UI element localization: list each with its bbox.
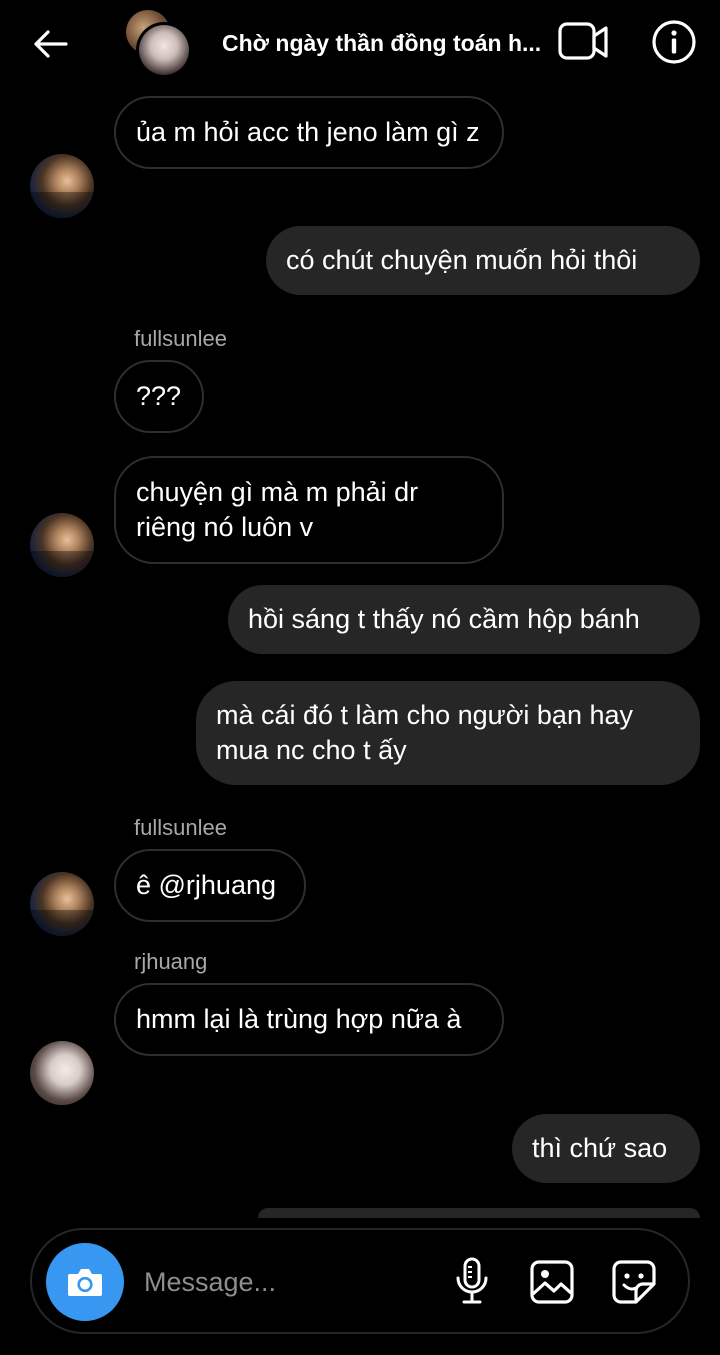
info-icon (652, 20, 696, 64)
camera-button[interactable] (46, 1243, 124, 1321)
message-text: có chút chuyện muốn hỏi thôi (286, 245, 638, 275)
message-text: thì chứ sao (532, 1133, 668, 1163)
message-text: hmm lại là trùng hợp nữa à (136, 1004, 462, 1034)
message-thread[interactable]: ủa m hỏi acc th jeno làm gì z có chút ch… (0, 88, 720, 1218)
message-bubble-outgoing[interactable]: có chút chuyện muốn hỏi thôi (266, 226, 700, 295)
gallery-icon (530, 1260, 574, 1304)
avatar[interactable] (30, 154, 94, 218)
avatar[interactable] (30, 872, 94, 936)
message-bubble-incoming[interactable]: chuyện gì mà m phải dr riêng nó luôn v (114, 456, 504, 564)
gallery-button[interactable] (528, 1258, 576, 1306)
message-bubble-outgoing[interactable]: mà cái đó t làm cho người bạn hay mua nc… (196, 681, 700, 785)
message-composer (30, 1228, 690, 1334)
message-bubble-incoming[interactable]: ??? (114, 360, 204, 433)
message-bubble-partial (258, 1208, 700, 1218)
avatar[interactable] (30, 1041, 94, 1105)
message-text: hồi sáng t thấy nó cầm hộp bánh (248, 604, 640, 634)
message-text: chuyện gì mà m phải dr riêng nó luôn v (136, 477, 419, 542)
back-button[interactable] (28, 24, 72, 64)
chat-title[interactable]: Chờ ngày thần đồng toán h... (222, 30, 560, 57)
group-avatar-front (136, 22, 192, 78)
sticker-button[interactable] (610, 1258, 658, 1306)
info-button[interactable] (650, 18, 698, 66)
camera-icon (68, 1269, 102, 1296)
sender-name: rjhuang (134, 949, 208, 974)
chat-header: Chờ ngày thần đồng toán h... (0, 0, 720, 88)
sender-name: fullsunlee (134, 815, 227, 840)
avatar[interactable] (30, 513, 94, 577)
message-bubble-incoming[interactable]: ủa m hỏi acc th jeno làm gì z (114, 96, 504, 169)
microphone-button[interactable] (450, 1256, 494, 1306)
message-bubble-incoming[interactable]: hmm lại là trùng hợp nữa à (114, 983, 504, 1056)
message-text: ủa m hỏi acc th jeno làm gì z (136, 117, 480, 147)
back-arrow-icon (34, 30, 68, 58)
sticker-icon (612, 1260, 656, 1304)
video-call-button[interactable] (556, 20, 612, 64)
video-call-icon (558, 22, 608, 60)
message-bubble-outgoing[interactable]: hồi sáng t thấy nó cầm hộp bánh (228, 585, 700, 654)
message-text: ??? (136, 381, 182, 411)
message-input[interactable] (144, 1260, 424, 1304)
microphone-icon (456, 1257, 488, 1304)
message-text: ê @rjhuang (136, 870, 276, 900)
message-text: mà cái đó t làm cho người bạn hay mua nc… (216, 700, 633, 765)
sender-name: fullsunlee (134, 326, 227, 351)
message-bubble-outgoing[interactable]: thì chứ sao (512, 1114, 700, 1183)
group-avatar[interactable] (124, 10, 196, 80)
message-bubble-incoming[interactable]: ê @rjhuang (114, 849, 306, 922)
